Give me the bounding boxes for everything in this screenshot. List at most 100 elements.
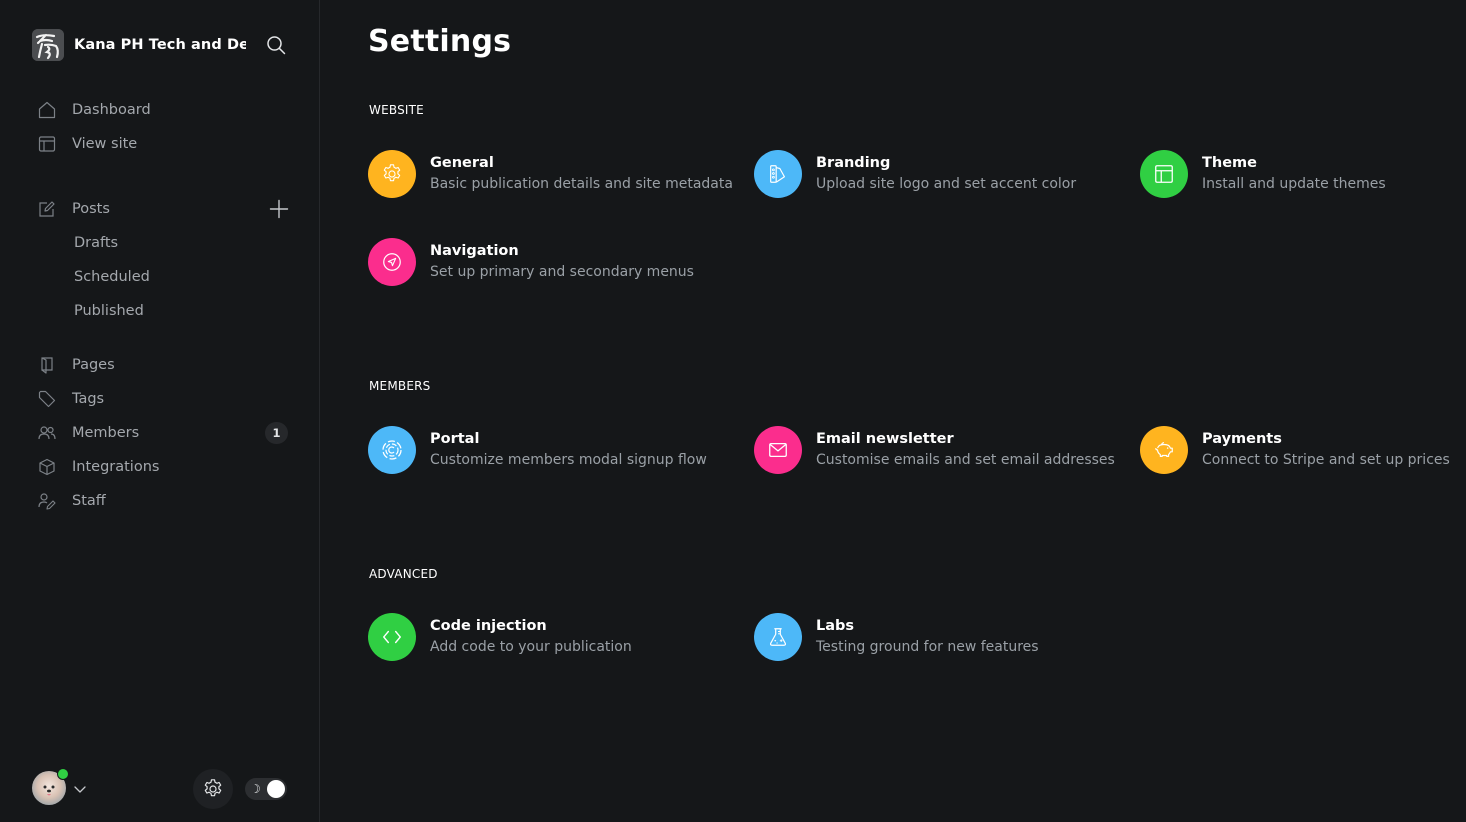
navigation-icon [383,253,401,271]
staff-icon [38,492,56,510]
payments-icon-circle [1140,426,1188,474]
nav-staff[interactable]: Staff [0,484,319,518]
section-title-advanced: ADVANCED [369,567,438,581]
nav-members[interactable]: Members 1 [0,416,319,450]
section-website: WEBSITE General Basic publication detail… [368,100,1466,286]
nav-tags-label: Tags [72,391,105,407]
secondary-nav: Pages Tags Members 1 Integrations Staff [0,348,319,518]
add-post-button[interactable] [269,199,289,219]
general-icon-circle [368,150,416,198]
card-code-injection-desc: Add code to your publication [430,639,632,655]
gear-icon [204,779,222,797]
nav-staff-label: Staff [72,493,106,509]
card-labs-title: Labs [816,618,855,634]
nav-integrations[interactable]: Integrations [0,450,319,484]
cube-icon [38,458,56,476]
card-payments[interactable]: Payments Connect to Stripe and set up pr… [1140,423,1466,477]
pencil-square-icon [38,200,56,218]
nav-posts[interactable]: Posts [0,192,319,226]
card-branding-desc: Upload site logo and set accent color [816,176,1077,192]
card-branding[interactable]: Branding Upload site logo and set accent… [754,147,1134,201]
card-email-newsletter[interactable]: Email newsletter Customise emails and se… [754,423,1134,477]
site-logo-glyph-icon [32,29,64,61]
card-navigation-desc: Set up primary and secondary menus [430,264,694,280]
card-payments-desc: Connect to Stripe and set up prices [1202,452,1450,468]
nav-members-label: Members [72,425,140,441]
members-icon [38,424,56,442]
nav-view-site-label: View site [72,136,138,152]
theme-icon-circle [1140,150,1188,198]
members-count-badge: 1 [265,422,288,444]
card-code-injection-title: Code injection [430,618,547,634]
nav-dashboard[interactable]: Dashboard [0,93,319,127]
home-icon [38,101,56,119]
toggle-knob [267,780,285,798]
card-navigation-title: Navigation [430,243,519,259]
palette-swatch-icon [770,165,786,183]
nav-scheduled[interactable]: Scheduled [0,260,319,294]
avatar-photo-icon [43,785,55,796]
section-title-website: WEBSITE [369,103,424,117]
section-title-members: MEMBERS [369,379,431,393]
primary-nav: Dashboard View site [0,93,319,161]
sidebar-footer: ☽ [32,768,287,809]
gear-icon [383,164,401,182]
settings-main: Settings WEBSITE General Basic publicati… [320,0,1466,822]
account-menu-chevron[interactable] [73,781,87,795]
card-email-newsletter-title: Email newsletter [816,431,954,447]
sidebar: Kana PH Tech and De... Dashboard View si [0,0,320,822]
user-avatar[interactable] [32,768,69,805]
card-theme-desc: Install and update themes [1202,176,1386,192]
code-icon [383,630,401,644]
card-general[interactable]: General Basic publication details and si… [368,147,748,201]
nav-dashboard-label: Dashboard [72,102,151,118]
site-logo[interactable] [32,29,64,61]
section-advanced: ADVANCED Code injection Add code to your… [368,564,1466,661]
labs-icon-circle [754,613,802,661]
section-members: MEMBERS Portal Customize members modal s… [368,376,1466,474]
online-status-dot [57,768,69,780]
portal-icon [382,440,402,460]
page-icon [38,356,56,374]
plus-icon [269,199,289,219]
card-labs-desc: Testing ground for new features [816,639,1039,655]
tag-icon [38,390,56,408]
nav-tags[interactable]: Tags [0,382,319,416]
card-payments-title: Payments [1202,431,1282,447]
chevron-down-icon [74,786,86,793]
site-brand: Kana PH Tech and De... [32,28,289,62]
card-general-title: General [430,155,494,171]
card-navigation[interactable]: Navigation Set up primary and secondary … [368,235,748,289]
search-icon [267,36,286,55]
portal-icon-circle [368,426,416,474]
piggy-bank-icon [1155,442,1173,458]
code-injection-icon-circle [368,613,416,661]
settings-button[interactable] [193,769,233,809]
nav-pages-label: Pages [72,357,115,373]
navigation-icon-circle [368,238,416,286]
branding-icon-circle [754,150,802,198]
card-branding-title: Branding [816,155,891,171]
card-portal[interactable]: Portal Customize members modal signup fl… [368,423,748,477]
card-portal-desc: Customize members modal signup flow [430,452,707,468]
layout-icon [1155,165,1173,183]
site-name[interactable]: Kana PH Tech and De... [74,37,246,53]
moon-icon: ☽ [250,782,261,796]
layout-icon [38,135,56,153]
dark-mode-toggle[interactable]: ☽ [245,778,287,800]
search-button[interactable] [263,32,289,58]
nav-pages[interactable]: Pages [0,348,319,382]
nav-drafts[interactable]: Drafts [0,226,319,260]
nav-posts-label: Posts [72,201,110,217]
card-code-injection[interactable]: Code injection Add code to your publicat… [368,610,748,664]
envelope-icon [769,442,787,458]
nav-published[interactable]: Published [0,294,319,328]
nav-view-site[interactable]: View site [0,127,319,161]
nav-integrations-label: Integrations [72,459,160,475]
card-theme[interactable]: Theme Install and update themes [1140,147,1466,201]
card-labs[interactable]: Labs Testing ground for new features [754,610,1134,664]
card-email-newsletter-desc: Customise emails and set email addresses [816,452,1115,468]
card-portal-title: Portal [430,431,480,447]
email-newsletter-icon-circle [754,426,802,474]
page-title: Settings [368,24,512,59]
